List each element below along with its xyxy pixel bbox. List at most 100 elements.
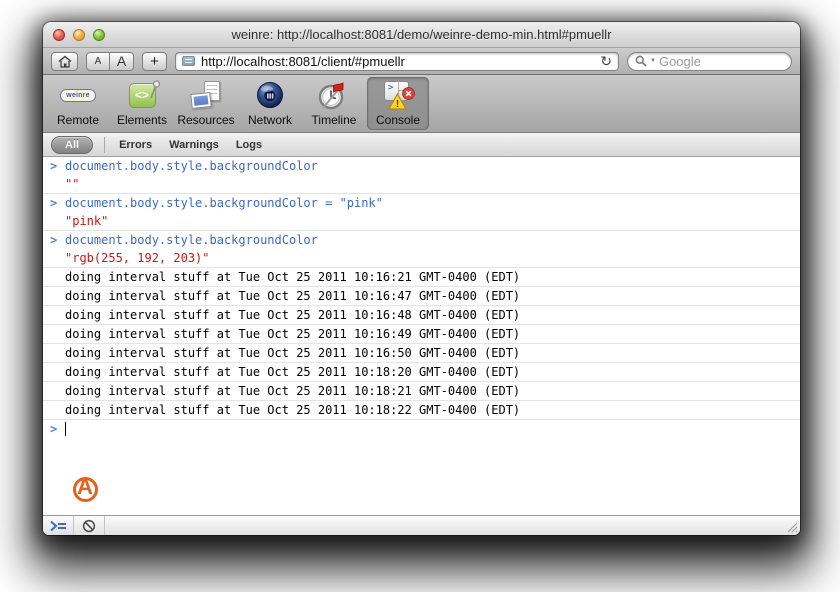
console-result-row[interactable]: "" — [43, 175, 800, 193]
filter-separator — [104, 137, 105, 153]
command-prompt-arrow: > — [43, 231, 65, 249]
toolbar-item-remote[interactable]: weinreRemote — [47, 77, 109, 130]
clear-console-button[interactable] — [74, 516, 105, 535]
console-log-entry: doing interval stuff at Tue Oct 25 2011 … — [43, 363, 800, 382]
status-bar — [43, 515, 800, 535]
command-text: document.body.style.backgroundColor — [65, 157, 318, 175]
window-titlebar[interactable]: weinre: http://localhost:8081/demo/weinr… — [43, 22, 800, 48]
toolbar-item-label: Resources — [177, 113, 234, 127]
console-log-entry: doing interval stuff at Tue Oct 25 2011 … — [43, 268, 800, 287]
log-text: doing interval stuff at Tue Oct 25 2011 … — [65, 363, 520, 381]
log-text: doing interval stuff at Tue Oct 25 2011 … — [65, 287, 520, 305]
reload-icon[interactable]: ↻ — [600, 54, 612, 68]
toolbar-item-label: Timeline — [312, 113, 357, 127]
weinre-page-logo: A — [73, 475, 101, 503]
console-log-row[interactable]: doing interval stuff at Tue Oct 25 2011 … — [43, 287, 800, 305]
log-text: doing interval stuff at Tue Oct 25 2011 … — [65, 401, 520, 419]
toolbar-item-elements[interactable]: <> Elements — [111, 77, 173, 130]
show-console-button[interactable] — [43, 516, 74, 535]
toolbar-item-console[interactable]: > ! Console — [367, 77, 429, 130]
console-log-row[interactable]: doing interval stuff at Tue Oct 25 2011 … — [43, 401, 800, 419]
resize-grip[interactable] — [785, 520, 798, 533]
console-log-entry: doing interval stuff at Tue Oct 25 2011 … — [43, 382, 800, 401]
log-text: doing interval stuff at Tue Oct 25 2011 … — [65, 268, 520, 286]
toolbar-item-network[interactable]: Network — [239, 77, 301, 130]
filter-all[interactable]: All — [51, 136, 93, 154]
console-log-row[interactable]: doing interval stuff at Tue Oct 25 2011 … — [43, 363, 800, 381]
filter-errors[interactable]: Errors — [116, 137, 155, 153]
console-log-entry: doing interval stuff at Tue Oct 25 2011 … — [43, 287, 800, 306]
console-command-entry: >document.body.style.backgroundColor = "… — [43, 194, 800, 231]
resources-icon — [191, 81, 221, 109]
timeline-icon — [318, 80, 350, 111]
screen: { "window": { "title": "weinre: http://l… — [0, 0, 840, 592]
new-tab-button[interactable]: + — [142, 52, 167, 71]
console-log-row[interactable]: doing interval stuff at Tue Oct 25 2011 … — [43, 268, 800, 286]
console-command-entry: >document.body.style.backgroundColor"" — [43, 157, 800, 194]
toolbar-item-icon-wrap: <> — [122, 78, 162, 112]
close-window-button[interactable] — [53, 29, 65, 41]
command-prompt-arrow: > — [43, 194, 65, 212]
show-console-icon — [50, 520, 67, 532]
window-title: weinre: http://localhost:8081/demo/weinr… — [231, 27, 611, 42]
toolbar-item-icon-wrap — [250, 78, 290, 112]
search-input[interactable] — [659, 54, 784, 69]
page-favicon — [182, 56, 195, 66]
log-text: doing interval stuff at Tue Oct 25 2011 … — [65, 306, 520, 324]
console-filter-bar: All Errors Warnings Logs — [43, 133, 800, 157]
toolbar-item-icon-wrap — [314, 78, 354, 112]
address-bar[interactable]: ↻ — [175, 52, 619, 71]
logo-letter: A — [77, 474, 93, 500]
search-icon — [635, 55, 647, 67]
console-icon: > ! — [382, 81, 414, 109]
decrease-text-size-button[interactable]: A — [86, 52, 110, 71]
console-result-row[interactable]: "pink" — [43, 212, 800, 230]
toolbar-item-icon-wrap: > ! — [378, 78, 418, 112]
text-cursor — [65, 422, 66, 436]
text-size-segment: A A — [86, 52, 134, 71]
search-bar[interactable]: ▼ — [627, 52, 792, 71]
console-log-row[interactable]: doing interval stuff at Tue Oct 25 2011 … — [43, 306, 800, 324]
svg-text:!: ! — [396, 99, 399, 110]
console-command-row[interactable]: >document.body.style.backgroundColor = "… — [43, 194, 800, 212]
console-log-row[interactable]: doing interval stuff at Tue Oct 25 2011 … — [43, 382, 800, 400]
result-text: "" — [65, 175, 79, 193]
toolbar-item-resources[interactable]: Resources — [175, 77, 237, 130]
toolbar-item-label: Elements — [117, 113, 167, 127]
toolbar-item-icon-wrap: weinre — [58, 78, 98, 112]
console-command-row[interactable]: >document.body.style.backgroundColor — [43, 231, 800, 249]
increase-text-size-button[interactable]: A — [110, 52, 134, 71]
result-text: "pink" — [65, 212, 108, 230]
traffic-lights — [53, 29, 105, 41]
console-log-entry: doing interval stuff at Tue Oct 25 2011 … — [43, 401, 800, 420]
result-text: "rgb(255, 192, 203)" — [65, 249, 210, 267]
filter-warnings[interactable]: Warnings — [166, 137, 222, 153]
log-text: doing interval stuff at Tue Oct 25 2011 … — [65, 344, 520, 362]
console-log-row[interactable]: doing interval stuff at Tue Oct 25 2011 … — [43, 344, 800, 362]
toolbar-item-timeline[interactable]: Timeline — [303, 77, 365, 130]
console-result-row[interactable]: "rgb(255, 192, 203)" — [43, 249, 800, 267]
console-output[interactable]: A >document.body.style.backgroundColor""… — [43, 157, 800, 515]
console-command-row[interactable]: >document.body.style.backgroundColor — [43, 157, 800, 175]
home-button[interactable] — [51, 52, 78, 71]
url-input[interactable] — [201, 54, 594, 69]
console-log-entry: doing interval stuff at Tue Oct 25 2011 … — [43, 306, 800, 325]
console-log-row[interactable]: doing interval stuff at Tue Oct 25 2011 … — [43, 325, 800, 343]
browser-toolbar: A A + ↻ ▼ — [43, 48, 800, 75]
console-log-entry: doing interval stuff at Tue Oct 25 2011 … — [43, 325, 800, 344]
console-command-entry: >document.body.style.backgroundColor"rgb… — [43, 231, 800, 268]
command-text: document.body.style.backgroundColor — [65, 231, 318, 249]
console-prompt-row[interactable]: > — [43, 420, 800, 438]
browser-window: weinre: http://localhost:8081/demo/weinr… — [43, 22, 800, 535]
toolbar-item-label: Console — [376, 113, 420, 127]
command-text: document.body.style.backgroundColor = "p… — [65, 194, 383, 212]
console-log-entry: doing interval stuff at Tue Oct 25 2011 … — [43, 344, 800, 363]
zoom-window-button[interactable] — [93, 29, 105, 41]
minimize-window-button[interactable] — [73, 29, 85, 41]
clear-console-icon — [82, 519, 96, 533]
home-icon — [58, 55, 72, 68]
search-options-caret-icon[interactable]: ▼ — [650, 58, 656, 64]
log-text: doing interval stuff at Tue Oct 25 2011 … — [65, 325, 520, 343]
toolbar-item-label: Network — [248, 113, 292, 127]
filter-logs[interactable]: Logs — [233, 137, 265, 153]
